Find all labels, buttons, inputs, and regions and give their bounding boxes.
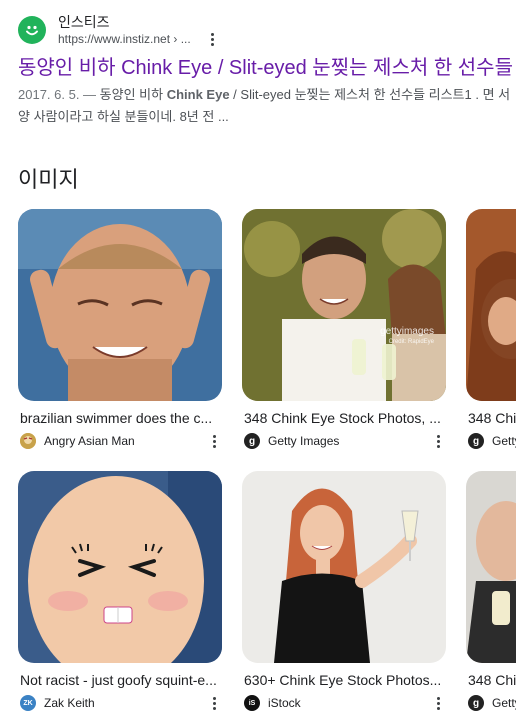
image-card[interactable]: 630+ Chink Eye Stock Photos... iS iStock xyxy=(242,471,446,711)
images-section-title: 이미지 xyxy=(18,167,79,192)
smiley-icon xyxy=(18,16,46,44)
image-caption[interactable]: 348 Chink Eye Stock Photos, ... xyxy=(242,409,444,427)
image-card[interactable]: Not racist - just goofy squint-e... ZK Z… xyxy=(18,471,222,711)
image-thumbnail[interactable]: gettyimages Credit: RapidEye xyxy=(242,209,446,401)
result-title-link[interactable]: 동양인 비하 Chink Eye / Slit-eyed 눈찢는 제스처 한 선… xyxy=(18,55,513,81)
kebab-menu-icon[interactable] xyxy=(430,433,446,449)
watermark: gettyimages Credit: RapidEye xyxy=(380,326,434,346)
image-card[interactable]: brazilian swimmer does the c... Angry As… xyxy=(18,209,222,449)
source-name: Zak Keith xyxy=(44,696,95,710)
image-caption[interactable]: 348 Chi xyxy=(466,671,516,689)
site-name: 인스티즈 xyxy=(58,14,110,30)
kebab-menu-icon[interactable] xyxy=(206,695,222,711)
image-card[interactable]: gettyimages Credit: RapidEye 348 Chink E… xyxy=(242,209,446,449)
source-name: Angry Asian Man xyxy=(44,434,135,448)
image-card[interactable]: 348 Chi g Getty xyxy=(466,471,516,711)
getty-g-icon: g xyxy=(244,433,260,449)
istock-icon: iS xyxy=(244,695,260,711)
kebab-menu-icon[interactable] xyxy=(430,695,446,711)
search-result: 인스티즈 https://www.instiz.net › ... xyxy=(18,8,516,52)
image-caption[interactable]: 630+ Chink Eye Stock Photos... xyxy=(242,671,444,689)
snippet-date: 2017. 6. 5. — xyxy=(18,87,100,102)
kebab-menu-icon[interactable] xyxy=(205,31,221,47)
site-header[interactable]: 인스티즈 https://www.instiz.net › ... xyxy=(18,8,516,52)
source-name: Getty xyxy=(492,696,516,710)
image-source[interactable]: g Getty Images xyxy=(242,433,446,449)
image-thumbnail[interactable] xyxy=(466,471,516,663)
image-card[interactable]: 348 Chi g Getty xyxy=(466,209,516,449)
getty-g-icon: g xyxy=(468,433,484,449)
snippet-text: 동양인 비하 xyxy=(99,87,167,102)
image-caption[interactable]: Not racist - just goofy squint-e... xyxy=(18,671,220,689)
image-thumbnail[interactable] xyxy=(242,471,446,663)
kebab-menu-icon[interactable] xyxy=(206,433,222,449)
getty-g-icon: g xyxy=(468,695,484,711)
zak-keith-icon: ZK xyxy=(20,695,36,711)
image-source[interactable]: iS iStock xyxy=(242,695,446,711)
image-source[interactable]: g Getty xyxy=(466,695,516,711)
source-name: Getty Images xyxy=(268,434,340,448)
image-thumbnail[interactable] xyxy=(466,209,516,401)
image-thumbnail[interactable] xyxy=(18,209,222,401)
image-source[interactable]: ZK Zak Keith xyxy=(18,695,222,711)
source-name: Getty xyxy=(492,434,516,448)
image-source[interactable]: g Getty xyxy=(466,433,516,449)
source-name: iStock xyxy=(268,696,301,710)
site-url: https://www.instiz.net › ... xyxy=(58,32,191,46)
image-source[interactable]: Angry Asian Man xyxy=(18,433,222,449)
result-snippet: 2017. 6. 5. — 동양인 비하 Chink Eye / Slit-ey… xyxy=(18,84,516,128)
image-thumbnail[interactable] xyxy=(18,471,222,663)
snippet-bold: Chink Eye xyxy=(166,87,230,102)
image-caption[interactable]: brazilian swimmer does the c... xyxy=(18,409,220,427)
image-caption[interactable]: 348 Chi xyxy=(466,409,516,427)
angry-asian-man-icon xyxy=(20,433,36,449)
